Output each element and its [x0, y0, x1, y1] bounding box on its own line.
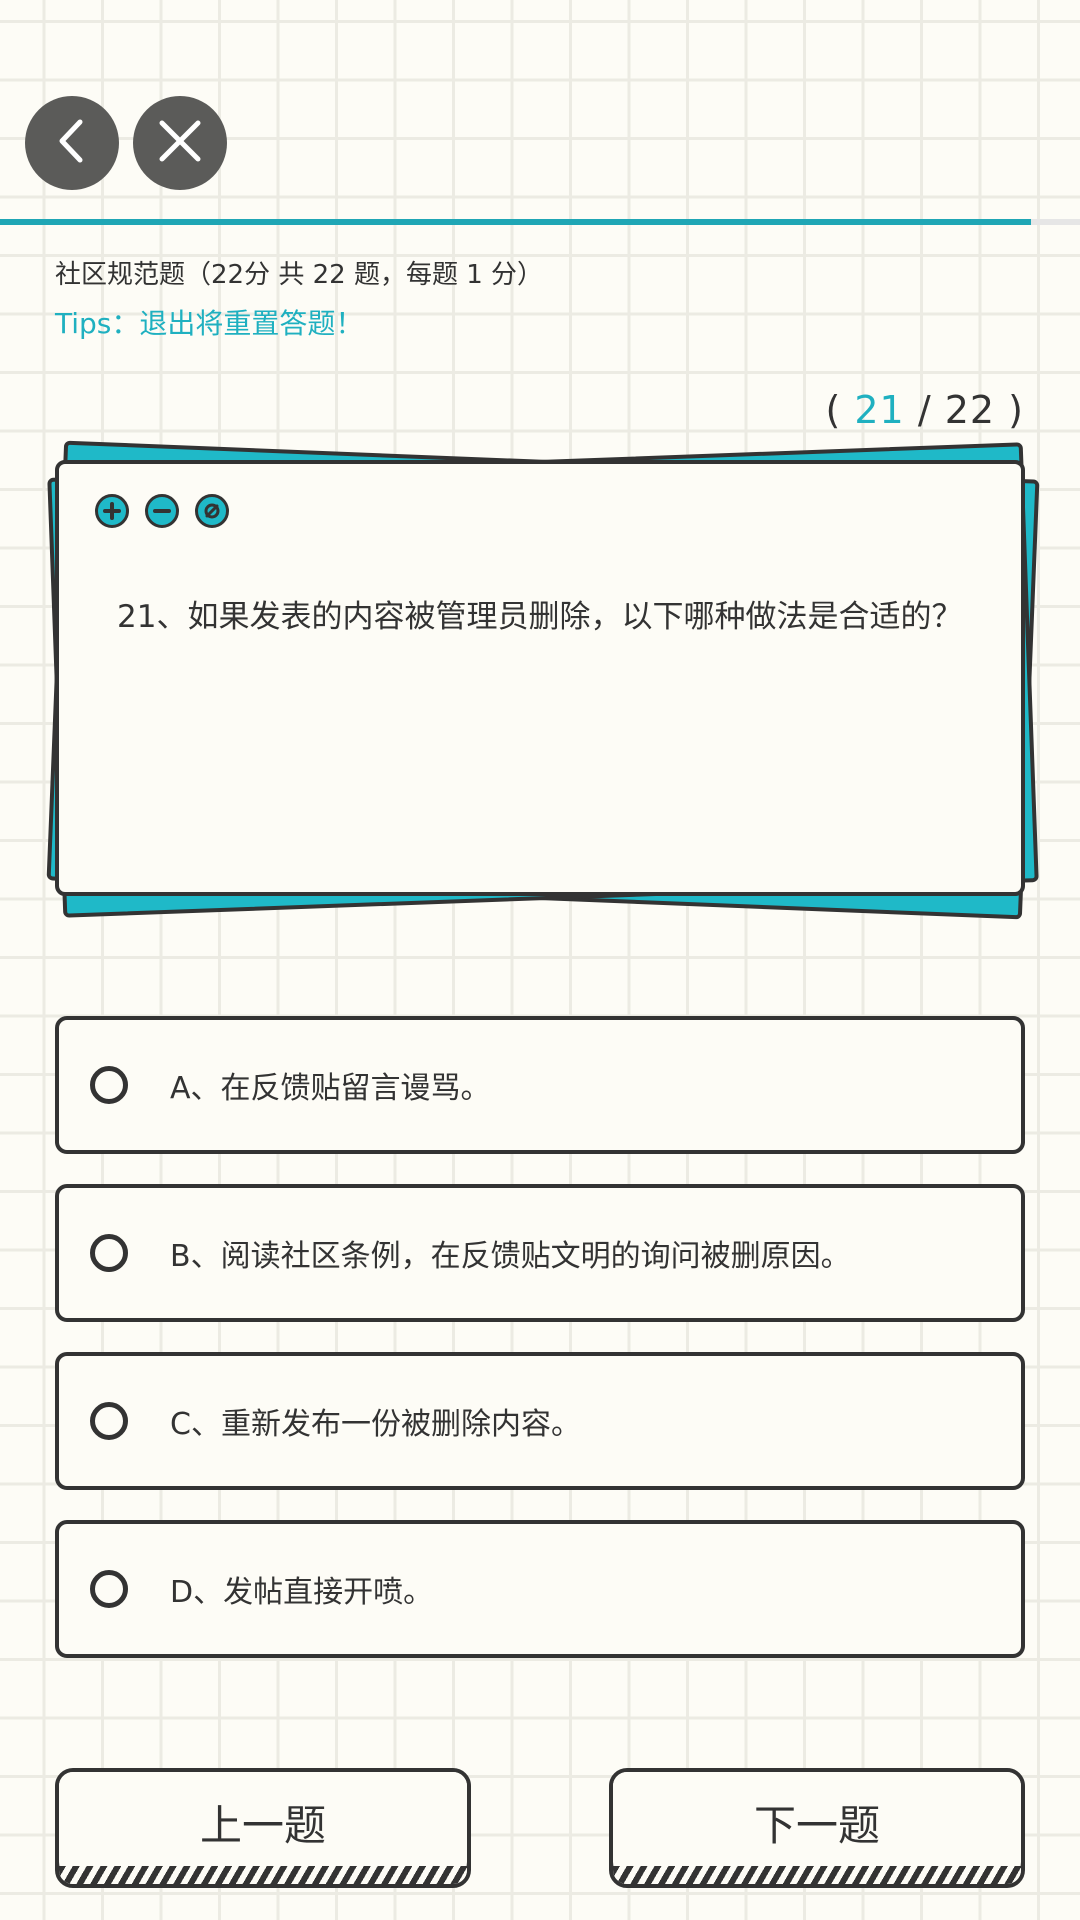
plus-circle-icon	[95, 494, 129, 528]
next-question-label: 下一题	[613, 1772, 1021, 1876]
counter-open: (	[825, 388, 842, 432]
quiz-section-title: 社区规范题（22分 共 22 题，每题 1 分）	[55, 260, 544, 290]
prev-question-label: 上一题	[59, 1772, 467, 1876]
counter-close: )	[1008, 388, 1024, 432]
next-question-button[interactable]: 下一题	[609, 1768, 1025, 1888]
question-counter: ( 21 / 22 )	[825, 388, 1024, 432]
option-b[interactable]: B、阅读社区条例，在反馈贴文明的询问被删原因。	[55, 1184, 1025, 1322]
radio-circle-icon	[90, 1402, 128, 1440]
back-button[interactable]	[25, 96, 119, 190]
option-label: D、发帖直接开喷。	[170, 1575, 434, 1610]
question-card: 21、如果发表的内容被管理员删除，以下哪种做法是合适的？	[55, 460, 1025, 896]
progress-bar	[0, 219, 1080, 225]
close-icon	[158, 119, 202, 167]
option-d[interactable]: D、发帖直接开喷。	[55, 1520, 1025, 1658]
option-a[interactable]: A、在反馈贴留言谩骂。	[55, 1016, 1025, 1154]
radio-circle-icon	[90, 1234, 128, 1272]
button-stripes	[613, 1866, 1021, 1884]
quiz-tips: Tips：退出将重置答题！	[55, 307, 364, 340]
counter-separator: /	[917, 388, 932, 432]
question-text: 21、如果发表的内容被管理员删除，以下哪种做法是合适的？	[117, 599, 963, 635]
radio-circle-icon	[90, 1066, 128, 1104]
prev-question-button[interactable]: 上一题	[55, 1768, 471, 1888]
progress-fill	[0, 219, 1031, 225]
counter-total: 22	[944, 388, 996, 432]
close-button[interactable]	[133, 96, 227, 190]
option-label: C、重新发布一份被删除内容。	[170, 1407, 581, 1442]
block-circle-icon	[195, 494, 229, 528]
radio-circle-icon	[90, 1570, 128, 1608]
minus-circle-icon	[145, 494, 179, 528]
chevron-left-icon	[52, 116, 92, 170]
button-stripes	[59, 1866, 467, 1884]
option-c[interactable]: C、重新发布一份被删除内容。	[55, 1352, 1025, 1490]
card-window-controls	[95, 494, 229, 528]
option-label: B、阅读社区条例，在反馈贴文明的询问被删原因。	[170, 1239, 851, 1274]
option-label: A、在反馈贴留言谩骂。	[170, 1071, 491, 1106]
counter-current: 21	[854, 388, 905, 432]
